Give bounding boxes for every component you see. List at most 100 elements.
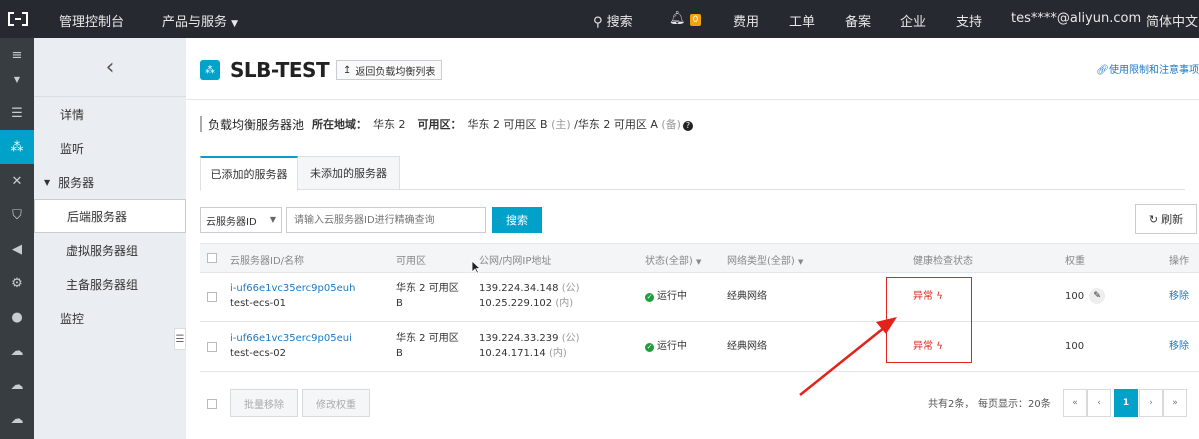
bell-icon: 🔔︎ bbox=[669, 11, 686, 26]
private-ip: 10.24.171.14 (内) bbox=[479, 347, 567, 361]
nav-item-servers[interactable]: ▼ 服务器 bbox=[34, 165, 186, 199]
last-page-button[interactable]: » bbox=[1163, 389, 1187, 417]
public-ip-value: 139.224.33.239 bbox=[479, 333, 559, 344]
nav-item-master-slave-groups[interactable]: 主备服务器组 bbox=[34, 267, 186, 301]
notification-bell[interactable]: 🔔︎ 0 bbox=[669, 11, 702, 26]
remove-link[interactable]: 移除 bbox=[1169, 340, 1189, 354]
help-icon[interactable]: ? bbox=[682, 121, 693, 131]
tab-unadded-servers[interactable]: 未添加的服务器 bbox=[298, 156, 400, 190]
expand-icon[interactable]: ▼ bbox=[0, 62, 34, 96]
private-ip-tag: (内) bbox=[555, 298, 574, 309]
nav-item-listeners[interactable]: 监听 bbox=[34, 131, 186, 165]
server-id-search-input[interactable] bbox=[286, 207, 486, 233]
zone-main: 华东 2 可用区 B bbox=[467, 118, 548, 131]
refresh-button[interactable]: ↻ 刷新 bbox=[1135, 204, 1197, 234]
region-value: 华东 2 bbox=[373, 118, 406, 131]
nav-item-backend-servers[interactable]: 后端服务器 bbox=[34, 199, 186, 233]
cloud-icon[interactable]: ☁ bbox=[0, 334, 34, 368]
zone-key: 可用区： bbox=[417, 118, 462, 131]
next-page-button[interactable]: › bbox=[1139, 389, 1163, 417]
products-label: 产品与服务 bbox=[162, 15, 228, 30]
region-key: 所在地域： bbox=[312, 118, 368, 131]
back-to-list-button[interactable]: ↥ 返回负载均衡列表 bbox=[336, 60, 443, 80]
private-ip-value: 10.25.229.102 bbox=[479, 298, 553, 309]
footer-select-all-checkbox[interactable] bbox=[207, 399, 217, 409]
account-menu[interactable]: tes****@aliyun.com bbox=[1011, 11, 1141, 26]
language-menu[interactable]: 简体中文 bbox=[1146, 11, 1198, 30]
gear-icon[interactable]: ⚙ bbox=[0, 266, 34, 300]
aliyun-logo-icon[interactable] bbox=[5, 9, 31, 29]
globe-icon[interactable]: ● bbox=[0, 300, 34, 334]
ticket-link[interactable]: 工单 bbox=[789, 11, 815, 30]
zone-backup-tag: (备) bbox=[661, 118, 681, 131]
enterprise-link[interactable]: 企业 bbox=[900, 11, 926, 30]
status-badge: ✓ 运行中 bbox=[645, 340, 687, 354]
row-checkbox[interactable] bbox=[207, 342, 217, 352]
refresh-icon: ↻ bbox=[1148, 212, 1159, 226]
search-field-select[interactable]: 云服务器ID ▼ bbox=[200, 207, 282, 233]
search-link[interactable]: ⚲ 搜索 bbox=[593, 11, 633, 30]
first-page-button[interactable]: « bbox=[1063, 389, 1087, 417]
nav-item-details[interactable]: 详情 bbox=[34, 97, 186, 131]
tab-added-servers[interactable]: 已添加的服务器 bbox=[200, 156, 298, 191]
nav-item-vserver-groups[interactable]: 虚拟服务器组 bbox=[34, 233, 186, 267]
row-checkbox[interactable] bbox=[207, 292, 217, 302]
nav-item-monitoring[interactable]: 监控 bbox=[34, 301, 186, 335]
table-header: 云服务器ID/名称 可用区 公网/内网IP地址 状态(全部) ▼ 网络类型(全部… bbox=[200, 243, 1199, 273]
slb-icon[interactable]: ⁂ bbox=[0, 130, 34, 164]
table-row: i-uf66e1vc35erc9p05eui test-ecs-02 华东 2 … bbox=[200, 323, 1199, 372]
back-arrow-icon: ↥ bbox=[343, 64, 352, 76]
console-link[interactable]: 管理控制台 bbox=[59, 11, 124, 30]
usage-limits-label: 使用限制和注意事项 bbox=[1109, 65, 1199, 76]
server-id-link[interactable]: i-uf66e1vc35erc9p05eui bbox=[230, 332, 352, 346]
search-button[interactable]: 搜索 bbox=[492, 207, 542, 233]
icp-link[interactable]: 备案 bbox=[845, 11, 871, 30]
page-title: SLB-TEST bbox=[230, 58, 330, 82]
private-ip: 10.25.229.102 (内) bbox=[479, 297, 573, 311]
batch-remove-button[interactable]: 批量移除 bbox=[230, 389, 298, 417]
network-icon[interactable]: ✕ bbox=[0, 164, 34, 198]
edit-weight-icon[interactable]: ✎ bbox=[1089, 288, 1106, 304]
col-ip: 公网/内网IP地址 bbox=[479, 256, 552, 267]
billing-link[interactable]: 费用 bbox=[733, 11, 759, 30]
weight-value: 100 bbox=[1065, 341, 1085, 352]
cloud-upload-icon[interactable]: ☁ bbox=[0, 368, 34, 402]
search-label: 搜索 bbox=[606, 15, 633, 30]
cloud-download-icon[interactable]: ☁ bbox=[0, 402, 34, 436]
top-bar: 管理控制台 产品与服务 ▼ ⚲ 搜索 🔔︎ 0 费用 工单 备案 企业 支持 t… bbox=[0, 0, 1199, 38]
remove-link[interactable]: 移除 bbox=[1169, 290, 1189, 304]
col-status[interactable]: 状态(全部) ▼ bbox=[645, 252, 701, 267]
zone-main-tag: (主) bbox=[551, 118, 571, 131]
usage-limits-link[interactable]: 🔗︎使用限制和注意事项 bbox=[1096, 61, 1199, 76]
support-link[interactable]: 支持 bbox=[956, 11, 982, 30]
nav-item-servers-label: 服务器 bbox=[58, 175, 95, 190]
current-page-button[interactable]: 1 bbox=[1114, 389, 1138, 417]
search-icon: ⚲ bbox=[593, 15, 603, 30]
caret-down-icon: ▼ bbox=[44, 177, 51, 187]
icon-rail: ≡ ▼ ☰ ⁂ ✕ ⛉ ◀ ⚙ ● ☁ ☁ ☁ bbox=[0, 38, 34, 439]
megaphone-icon[interactable]: ◀ bbox=[0, 232, 34, 266]
back-chevron-icon[interactable]: ‹ bbox=[34, 38, 186, 96]
status-text: 运行中 bbox=[657, 291, 687, 302]
network-type: 经典网络 bbox=[727, 341, 767, 352]
server-id-link[interactable]: i-uf66e1vc35erc9p05euh bbox=[230, 282, 355, 296]
products-menu[interactable]: 产品与服务 ▼ bbox=[162, 11, 238, 30]
select-all-checkbox[interactable] bbox=[207, 253, 217, 263]
total-count: 共有2条， bbox=[928, 399, 975, 410]
public-ip: 139.224.33.239 (公) bbox=[479, 332, 580, 346]
network-type: 经典网络 bbox=[727, 291, 767, 302]
zone-backup: /华东 2 可用区 A bbox=[574, 118, 658, 131]
edit-weight-button[interactable]: 修改权重 bbox=[302, 389, 370, 417]
server-tabs: 已添加的服务器 未添加的服务器 bbox=[200, 156, 1185, 191]
sub-navigation: ‹ 详情 监听 ▼ 服务器 后端服务器 虚拟服务器组 主备服务器组 监控 bbox=[34, 38, 186, 439]
prev-page-button[interactable]: ‹ bbox=[1087, 389, 1111, 417]
status-badge: ✓ 运行中 bbox=[645, 290, 687, 304]
public-ip-tag: (公) bbox=[561, 333, 580, 344]
shield-icon[interactable]: ⛉ bbox=[0, 198, 34, 232]
collapse-sidebar-handle-icon[interactable]: ☰ bbox=[174, 328, 186, 350]
list-icon[interactable]: ☰ bbox=[0, 96, 34, 130]
col-status-label: 状态(全部) bbox=[645, 256, 693, 267]
col-network[interactable]: 网络类型(全部) ▼ bbox=[727, 252, 803, 267]
caret-down-icon: ▼ bbox=[696, 258, 702, 266]
public-ip-value: 139.224.34.148 bbox=[479, 283, 559, 294]
